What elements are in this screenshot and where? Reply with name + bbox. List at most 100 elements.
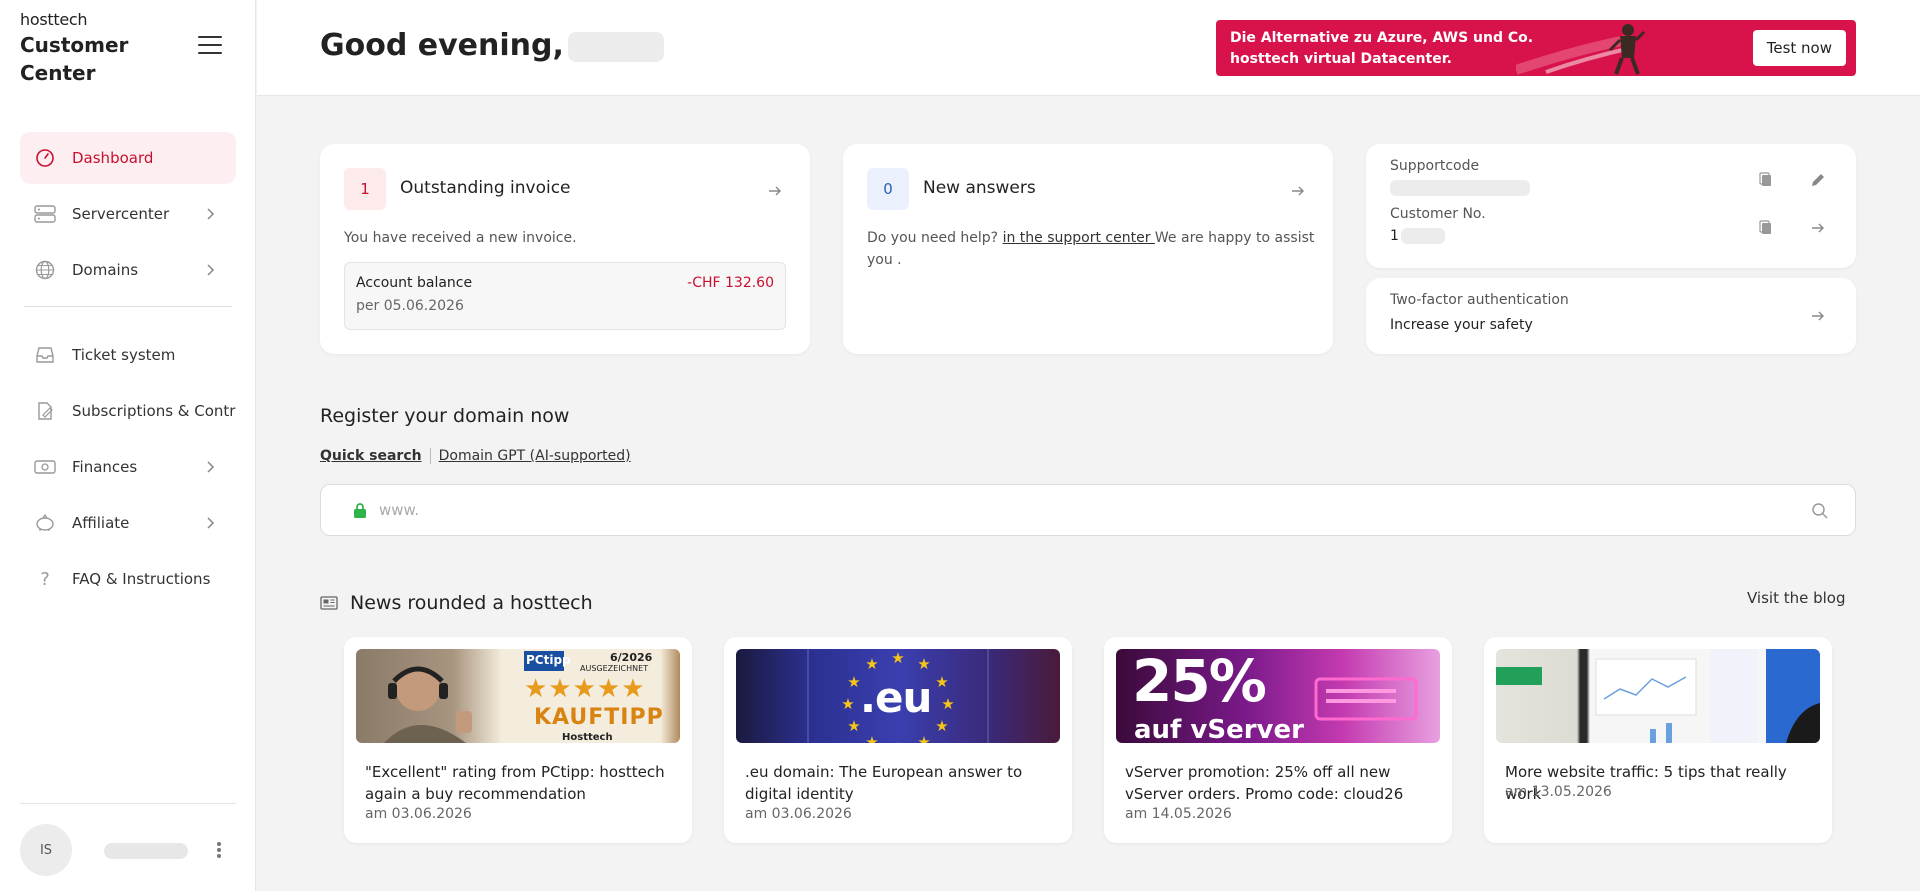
news-title: .eu domain: The European answer to digit… — [745, 763, 1023, 803]
sidebar-item-label: FAQ & Instructions — [72, 570, 211, 588]
money-icon — [34, 456, 56, 478]
menu-toggle-icon[interactable] — [198, 36, 222, 56]
news-card[interactable]: . PCtipp 6/2026 AUSGEZEICHNET ★★★★★ KAUF… — [344, 637, 692, 843]
svg-text:.: . — [644, 738, 647, 743]
news-date: am 14.05.2026 — [1125, 806, 1232, 822]
balance-date: per 05.06.2026 — [356, 298, 464, 314]
more-options-icon[interactable] — [214, 840, 224, 860]
sidebar-item-finances[interactable]: Finances — [20, 441, 236, 493]
news-image-subtitle: Hosttech — [562, 732, 613, 743]
svg-text:★: ★ — [917, 733, 930, 743]
lock-icon — [354, 503, 366, 518]
domain-search-tabs: Quick search Domain GPT (AI-supported) — [320, 448, 631, 464]
edit-pencil-icon[interactable] — [1808, 170, 1828, 190]
sidebar-item-affiliate[interactable]: Affiliate — [20, 497, 236, 549]
sidebar-item-domains[interactable]: Domains — [20, 244, 236, 296]
user-menu: IS — [20, 803, 236, 891]
supportcode-value — [1390, 180, 1530, 196]
news-image-vserver: 25% auf vServer — [1116, 649, 1440, 743]
customer-no-label: Customer No. — [1390, 206, 1486, 222]
copy-icon[interactable] — [1756, 218, 1776, 238]
brand-title: Customer Center — [20, 33, 129, 85]
arrow-right-icon[interactable] — [1808, 218, 1828, 238]
sidebar-item-servercenter[interactable]: Servercenter — [20, 188, 236, 240]
news-image-title: 25% — [1132, 649, 1267, 715]
server-icon — [34, 203, 56, 225]
news-image-award: AUSGEZEICHNET — [580, 664, 649, 673]
two-factor-card[interactable]: Two-factor authentication Increase your … — [1366, 278, 1856, 354]
avatar[interactable]: IS — [20, 824, 72, 876]
two-factor-value: Increase your safety — [1390, 317, 1533, 333]
svg-text:★: ★ — [841, 695, 854, 713]
invoice-count-badge: 1 — [344, 168, 386, 210]
domain-search-input[interactable] — [379, 485, 1779, 535]
balance-label: Account balance — [356, 275, 473, 291]
sidebar-item-ticket-system[interactable]: Ticket system — [20, 329, 236, 381]
news-title: vServer promotion: 25% off all new vServ… — [1125, 763, 1404, 803]
chevron-right-icon — [207, 461, 215, 473]
news-image-title: KAUFTIPP — [534, 705, 664, 730]
user-name-redacted — [104, 843, 188, 859]
search-icon[interactable] — [1811, 502, 1829, 520]
answers-card-text: Do you need help? in the support center … — [867, 230, 1315, 268]
invoice-card-title: Outstanding invoice — [400, 178, 571, 198]
news-image-eu: ★ ★ ★ ★ ★ ★ ★ ★ ★ ★ ★ ★ .eu — [736, 649, 1060, 743]
svg-text:★: ★ — [847, 717, 860, 735]
arrow-right-icon[interactable] — [1808, 306, 1828, 326]
news-date: am 03.06.2026 — [365, 806, 472, 822]
svg-text:★: ★ — [891, 739, 904, 743]
svg-text:★: ★ — [941, 695, 954, 713]
news-card[interactable]: ★ ★ ★ ★ ★ ★ ★ ★ ★ ★ ★ ★ .eu .eu domain: The Europ… — [724, 637, 1072, 843]
sidebar-item-label: Dashboard — [72, 149, 154, 167]
brand[interactable]: hosttech Customer Center — [20, 10, 128, 87]
chevron-right-icon — [207, 264, 215, 276]
news-date: am 13.05.2026 — [1505, 784, 1612, 800]
news-header: News rounded a hosttech — [320, 592, 593, 614]
tab-domain-gpt[interactable]: Domain GPT (AI-supported) — [439, 448, 631, 464]
news-card[interactable]: 25% auf vServer vServer promotion: 25% o… — [1104, 637, 1452, 843]
support-center-link[interactable]: in the support center — [1003, 230, 1155, 246]
promo-banner[interactable]: Die Alternative zu Azure, AWS und Co. ho… — [1216, 20, 1856, 76]
globe-icon — [34, 259, 56, 281]
news-date: am 03.06.2026 — [745, 806, 852, 822]
invoice-card-text: You have received a new invoice. — [344, 230, 577, 246]
arrow-right-icon[interactable] — [766, 182, 784, 200]
customer-no-value: 1 — [1390, 228, 1445, 244]
tab-quick-search[interactable]: Quick search — [320, 448, 422, 464]
balance-amount: -CHF 132.60 — [687, 275, 774, 291]
invoice-card[interactable]: 1 Outstanding invoice You have received … — [320, 144, 810, 354]
copy-icon[interactable] — [1756, 170, 1776, 190]
svg-text:★: ★ — [847, 673, 860, 691]
sidebar-item-label: Subscriptions & Contracts — [72, 402, 236, 420]
sidebar-item-subscriptions[interactable]: Subscriptions & Contracts — [20, 385, 236, 437]
domain-search-box — [320, 484, 1856, 536]
sidebar-divider — [24, 306, 232, 307]
answers-count-badge: 0 — [867, 168, 909, 210]
contract-icon — [34, 400, 56, 422]
news-image-title: .eu — [860, 673, 932, 722]
gauge-icon — [34, 147, 56, 169]
arrow-right-icon[interactable] — [1289, 182, 1307, 200]
svg-text:★: ★ — [891, 649, 904, 667]
sidebar-nav: Dashboard Servercenter Domains Ticket sy… — [20, 132, 236, 609]
sidebar-item-label: Servercenter — [72, 205, 170, 223]
test-now-button[interactable]: Test now — [1752, 30, 1846, 66]
news-image-pctipp: . PCtipp 6/2026 AUSGEZEICHNET ★★★★★ KAUF… — [356, 649, 680, 743]
chevron-right-icon — [207, 517, 215, 529]
news-card[interactable]: More website traffic: 5 tips that really… — [1484, 637, 1832, 843]
visit-blog-link[interactable]: Visit the blog — [1747, 589, 1846, 607]
domain-section-title: Register your domain now — [320, 405, 570, 427]
brand-logo: hosttech — [20, 10, 88, 29]
sidebar-item-label: Domains — [72, 261, 139, 279]
newspaper-icon — [320, 596, 338, 610]
sidebar-item-label: Finances — [72, 458, 138, 476]
svg-text:★: ★ — [935, 673, 948, 691]
promo-text: Die Alternative zu Azure, AWS und Co. ho… — [1230, 30, 1534, 67]
inbox-icon — [34, 344, 56, 366]
chevron-right-icon — [207, 208, 215, 220]
svg-text:★: ★ — [935, 717, 948, 735]
sidebar-item-faq[interactable]: ? FAQ & Instructions — [20, 553, 236, 605]
answers-card-title: New answers — [923, 178, 1036, 198]
sidebar-item-dashboard[interactable]: Dashboard — [20, 132, 236, 184]
answers-card[interactable]: 0 New answers Do you need help? in the s… — [843, 144, 1333, 354]
